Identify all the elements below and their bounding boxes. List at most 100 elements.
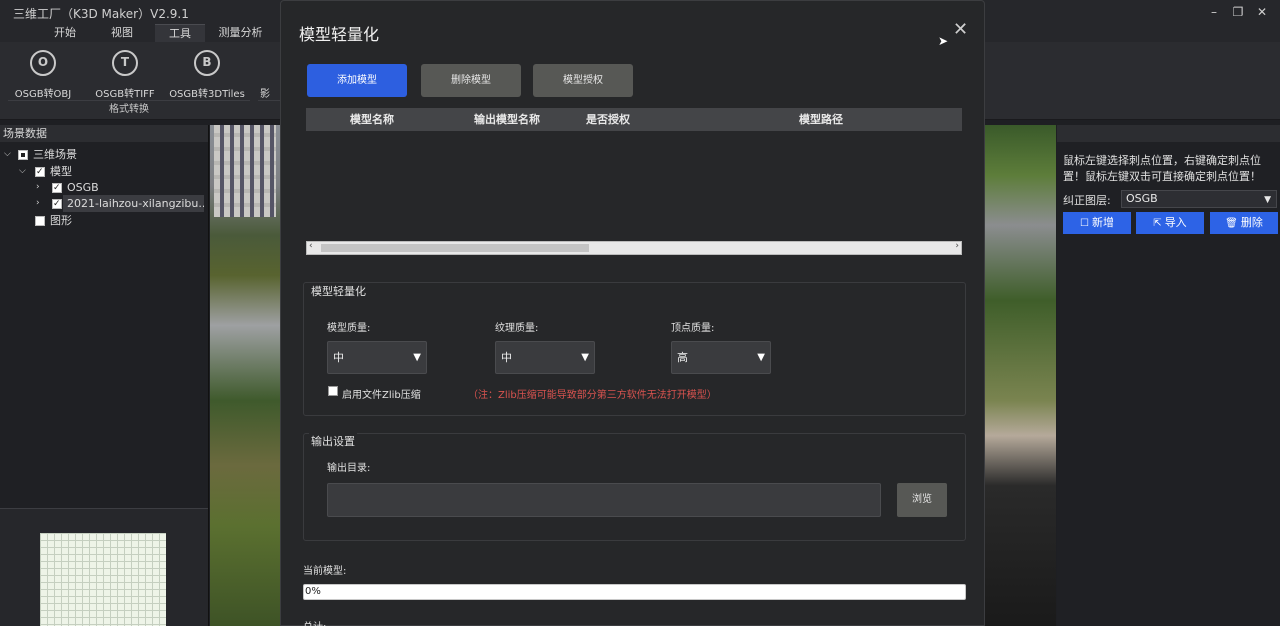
osgb-to-obj-label: OSGB转OBJ (14, 89, 72, 100)
model-lightweight-dialog: 模型轻量化 ✕ ➤ 添加模型 删除模型 模型授权 模型名称 输出模型名称 是否授… (280, 0, 985, 626)
import-button[interactable]: ⇱ 导入 (1136, 212, 1204, 234)
authorize-model-button[interactable]: 模型授权 (533, 64, 633, 97)
scroll-right-icon[interactable]: › (955, 241, 959, 251)
format-convert-group-label: 格式转换 (8, 100, 250, 118)
add-point-button[interactable]: ☐ 新增 (1063, 212, 1131, 234)
table-horizontal-scrollbar[interactable]: ‹ › (306, 241, 962, 255)
tree-node-model[interactable]: ⌵ 模型 (0, 163, 209, 181)
osgb-3dtiles-icon: B (194, 50, 220, 76)
right-panel: 鼠标左键选择刺点位置，右键确定刺点位置！鼠标左键双击可直接确定刺点位置！ 纠正图… (1057, 125, 1280, 626)
model-table[interactable]: 模型名称 输出模型名称 是否授权 模型路径 ‹ › (306, 108, 962, 256)
column-header-output-name[interactable]: 输出模型名称 (466, 108, 548, 131)
tree-checkbox[interactable] (35, 216, 45, 226)
scroll-left-icon[interactable]: ‹ (309, 241, 313, 251)
minimap[interactable] (0, 508, 208, 626)
puncture-hint-text: 鼠标左键选择刺点位置，右键确定刺点位置！鼠标左键双击可直接确定刺点位置！ (1063, 154, 1261, 183)
trash-icon: 🗑 (1225, 218, 1238, 229)
tree-checkbox[interactable] (52, 180, 62, 197)
tree-checkbox[interactable] (18, 150, 28, 160)
close-icon[interactable]: ✕ (953, 21, 968, 39)
correction-layer-value: OSGB (1126, 192, 1158, 205)
dialog-title: 模型轻量化 (299, 25, 380, 44)
osgb-to-tiff-button[interactable]: T OSGB转TIFF (85, 50, 165, 100)
vertex-quality-value: 高 (677, 351, 688, 364)
tree-node-osgb[interactable]: › OSGB (0, 179, 209, 197)
delete-point-label: 删除 (1240, 216, 1263, 229)
chevron-down-icon: ▼ (413, 352, 421, 363)
chevron-right-icon[interactable]: › (36, 179, 40, 196)
output-group-title: 输出设置 (309, 433, 357, 449)
zlib-warning-note: （注：Zlib压缩可能导致部分第三方软件无法打开模型） (468, 390, 717, 401)
tree-label: 模型 (50, 165, 72, 178)
scene-panel: 场景数据 ⌵ 三维场景 ⌵ 模型 › OSGB › 2021-laihzou-x… (0, 125, 209, 626)
zlib-label[interactable]: 启用文件Zlib压缩 (342, 386, 421, 401)
zlib-checkbox[interactable] (328, 386, 338, 396)
restore-icon[interactable]: ❐ (1228, 3, 1248, 21)
model-quality-select[interactable]: 中 ▼ (327, 341, 427, 374)
viewport-building (214, 125, 276, 217)
current-model-label: 当前模型: (303, 566, 347, 577)
tree-checkbox[interactable] (52, 196, 62, 213)
mouse-cursor-icon: ➤ (938, 34, 949, 48)
model-quality-value: 中 (333, 351, 344, 364)
texture-quality-select[interactable]: 中 ▼ (495, 341, 595, 374)
vertex-quality-select[interactable]: 高 ▼ (671, 341, 771, 374)
chevron-down-icon: ▼ (581, 352, 589, 363)
add-model-button[interactable]: 添加模型 (307, 64, 407, 97)
viewport-terrain-left (210, 125, 282, 626)
chevron-down-icon[interactable]: ⌵ (4, 146, 11, 163)
tree-checkbox[interactable] (35, 164, 45, 181)
osgb-to-obj-button[interactable]: O OSGB转OBJ (3, 50, 83, 100)
lightweight-group-title: 模型轻量化 (309, 283, 368, 299)
minimize-icon[interactable]: – (1204, 3, 1224, 21)
column-header-authorized[interactable]: 是否授权 (578, 108, 638, 131)
chevron-down-icon: ▼ (757, 352, 765, 363)
tree-label: 三维场景 (33, 148, 77, 161)
scene-panel-title: 场景数据 (0, 125, 208, 142)
correction-layer-select[interactable]: OSGB ▼ (1121, 190, 1277, 208)
chevron-down-icon: ▼ (1264, 195, 1271, 205)
tree-label: 2021-laihzou-xilangzibu... (63, 195, 204, 212)
tab-measure[interactable]: 测量分析 (213, 24, 268, 42)
osgb-obj-icon: O (30, 50, 56, 76)
tab-start[interactable]: 开始 (45, 24, 85, 42)
tree-label: OSGB (67, 181, 99, 194)
viewport-terrain-right (985, 125, 1056, 626)
add-point-label: 新增 (1091, 216, 1114, 229)
osgb-to-tiff-label: OSGB转TIFF (95, 89, 155, 100)
table-header: 模型名称 输出模型名称 是否授权 模型路径 (306, 108, 962, 131)
chevron-right-icon[interactable]: › (36, 195, 40, 212)
minimap-grid (40, 533, 166, 626)
column-header-model-name[interactable]: 模型名称 (336, 108, 408, 131)
app-title: 三维工厂（K3D Maker）V2.9.1 (13, 7, 189, 21)
delete-model-button[interactable]: 删除模型 (421, 64, 521, 97)
output-dir-label: 输出目录: (327, 463, 371, 474)
column-header-model-path[interactable]: 模型路径 (786, 108, 856, 131)
delete-point-button[interactable]: 🗑 删除 (1210, 212, 1278, 234)
import-icon: ⇱ (1153, 218, 1162, 229)
progress-text: 0% (305, 586, 321, 597)
tab-tools[interactable]: 工具 (155, 24, 205, 42)
add-icon: ☐ (1080, 218, 1089, 229)
tree-node-scene[interactable]: ⌵ 三维场景 (0, 146, 209, 163)
tree-node-shape[interactable]: 图形 (0, 212, 209, 229)
close-icon[interactable]: ✕ (1252, 3, 1272, 21)
texture-quality-label: 纹理质量: (495, 323, 539, 334)
vertex-quality-label: 顶点质量: (671, 323, 715, 334)
output-dir-input[interactable] (327, 483, 881, 517)
osgb-tiff-icon: T (112, 50, 138, 76)
tree-node-2021-model[interactable]: › 2021-laihzou-xilangzibu... (0, 195, 209, 213)
chevron-down-icon[interactable]: ⌵ (19, 163, 26, 180)
tab-view[interactable]: 视图 (102, 24, 142, 42)
model-quality-label: 模型质量: (327, 323, 371, 334)
texture-quality-value: 中 (501, 351, 512, 364)
correction-layer-label: 纠正图层: (1063, 194, 1111, 207)
tree-label: 图形 (50, 214, 72, 227)
import-label: 导入 (1164, 216, 1187, 229)
right-panel-header (1057, 125, 1280, 142)
progress-bar: 0% (303, 584, 966, 600)
scrollbar-thumb[interactable] (321, 244, 589, 252)
next-group-divider (258, 100, 280, 118)
total-label: 总计: (303, 618, 326, 626)
browse-button[interactable]: 浏览 (897, 483, 947, 517)
